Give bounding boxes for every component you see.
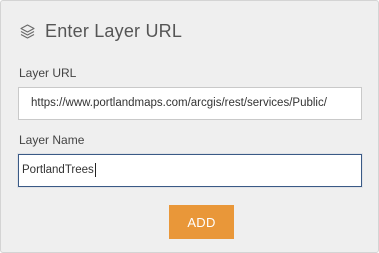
add-layer-panel: Enter Layer URL Layer URL https://www.po…	[0, 0, 379, 253]
layer-url-value: https://www.portlandmaps.com/arcgis/rest…	[31, 97, 327, 109]
layer-name-label: Layer Name	[19, 133, 85, 147]
layer-url-input[interactable]: https://www.portlandmaps.com/arcgis/rest…	[18, 87, 362, 120]
layer-url-label: Layer URL	[19, 66, 77, 80]
text-caret	[94, 162, 96, 177]
panel-header: Enter Layer URL	[19, 19, 182, 43]
layer-name-value: PortlandTrees	[22, 164, 94, 176]
layer-name-input[interactable]: PortlandTrees	[18, 154, 362, 187]
panel-title: Enter Layer URL	[45, 20, 183, 41]
add-button[interactable]: ADD	[169, 205, 234, 239]
layers-icon	[19, 23, 36, 40]
